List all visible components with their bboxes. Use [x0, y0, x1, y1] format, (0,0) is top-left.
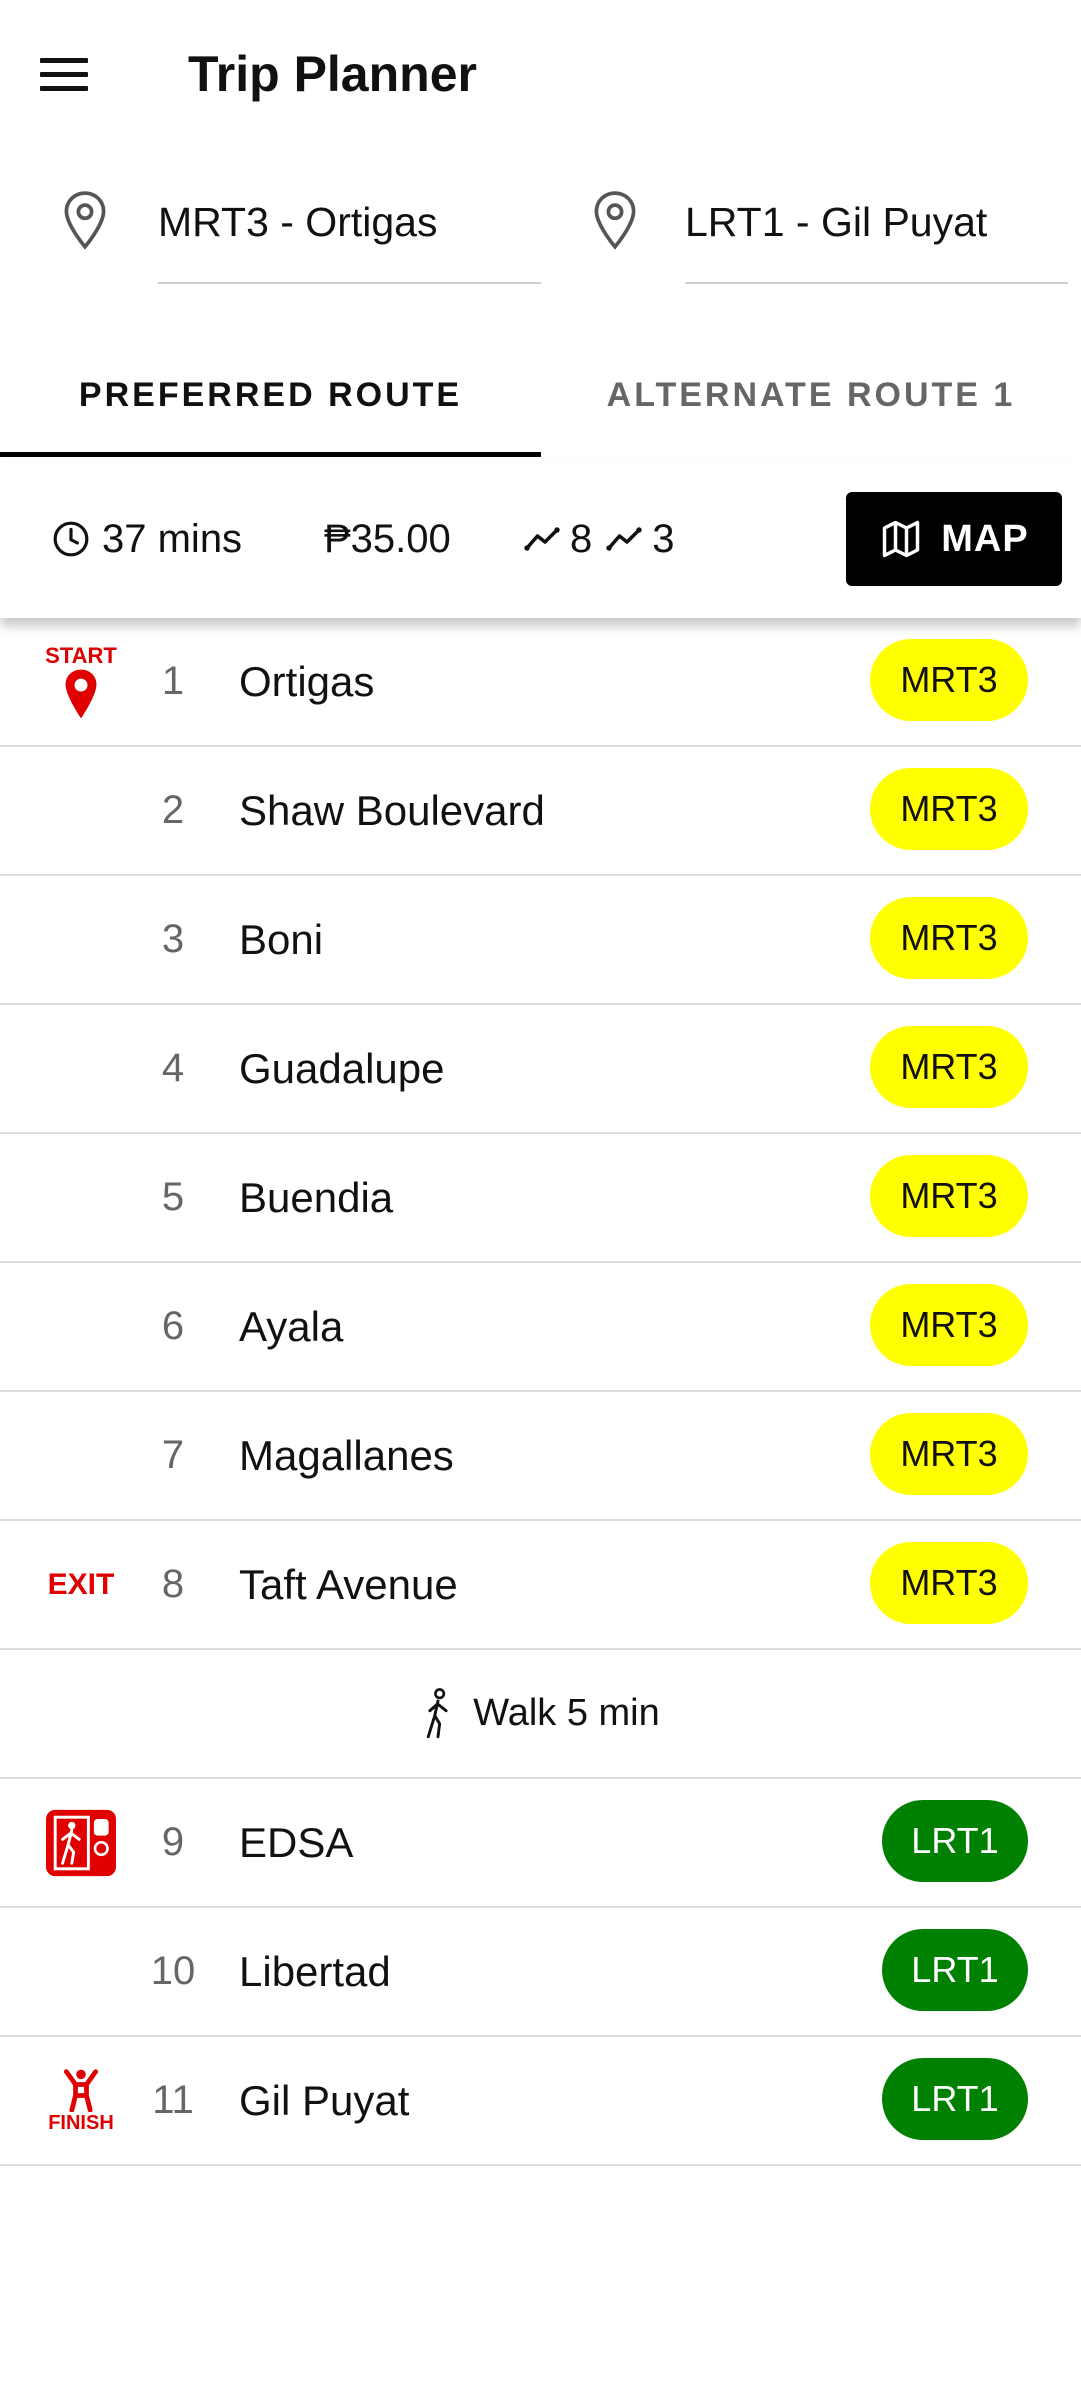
station-row[interactable]: 6 Ayala MRT3	[0, 1263, 1081, 1392]
tab-preferred-route[interactable]: PREFERRED ROUTE	[0, 330, 541, 460]
station-number: 7	[161, 1433, 185, 1477]
destination-field[interactable]: LRT1 - Gil Puyat	[685, 180, 1068, 284]
walk-transfer-row: Walk 5 min	[0, 1650, 1081, 1779]
finish-person-icon	[63, 2068, 99, 2112]
stops-count-lrt1: 3	[652, 516, 675, 561]
trip-stops: 8 3	[524, 460, 675, 618]
station-name: EDSA	[239, 1819, 354, 1866]
route-tabs: PREFERRED ROUTE ALTERNATE ROUTE 1	[0, 330, 1081, 460]
station-number: 2	[161, 788, 185, 832]
finish-label: FINISH	[48, 2111, 114, 2134]
walking-person-icon	[427, 1687, 448, 1738]
clock-icon	[53, 521, 89, 557]
line-badge-mrt3: MRT3	[870, 1542, 1028, 1624]
location-pin-icon	[594, 191, 636, 250]
station-row[interactable]: START 1 Ortigas MRT3	[0, 618, 1081, 747]
station-number: 6	[161, 1304, 185, 1348]
start-pin-icon	[65, 669, 97, 718]
station-name: Gil Puyat	[239, 2077, 410, 2124]
line-badge-lrt1: LRT1	[882, 2058, 1028, 2140]
map-icon	[883, 520, 920, 558]
station-name: Taft Avenue	[239, 1561, 458, 1608]
station-number: 9	[161, 1820, 185, 1864]
line-badge-mrt3: MRT3	[870, 768, 1028, 850]
line-chart-icon	[606, 527, 642, 551]
station-number: 11	[152, 2078, 194, 2122]
station-row[interactable]: EXIT 8 Taft Avenue MRT3	[0, 1521, 1081, 1650]
transfer-entrance-icon	[46, 1809, 116, 1876]
station-name: Guadalupe	[239, 1045, 445, 1092]
station-row[interactable]: 3 Boni MRT3	[0, 876, 1081, 1005]
station-number: 4	[161, 1046, 185, 1090]
map-button[interactable]: MAP	[846, 492, 1062, 586]
origin-field[interactable]: MRT3 - Ortigas	[158, 180, 541, 284]
destination-field-group: LRT1 - Gil Puyat	[590, 180, 1081, 285]
station-name: Buendia	[239, 1174, 394, 1221]
station-name: Magallanes	[239, 1432, 454, 1479]
route-station-list: START 1 Ortigas MRT3 2 Shaw Boulevard MR…	[0, 618, 1081, 2166]
line-chart-icon	[524, 527, 560, 551]
station-name: Libertad	[239, 1948, 391, 1995]
app-bar: Trip Planner	[0, 0, 1081, 150]
transfer-marker	[38, 1779, 124, 1906]
station-name: Boni	[239, 916, 324, 963]
station-row[interactable]: 4 Guadalupe MRT3	[0, 1005, 1081, 1134]
exit-marker: EXIT	[38, 1521, 124, 1648]
active-tab-indicator	[0, 452, 541, 457]
tab-alternate-route-1[interactable]: ALTERNATE ROUTE 1	[541, 330, 1081, 460]
station-row[interactable]: 5 Buendia MRT3	[0, 1134, 1081, 1263]
stops-count-mrt3: 8	[570, 516, 593, 561]
station-row[interactable]: 2 Shaw Boulevard MRT3	[0, 747, 1081, 876]
map-button-label: MAP	[941, 517, 1029, 560]
line-badge-mrt3: MRT3	[870, 639, 1028, 721]
walk-label: Walk 5 min	[473, 1692, 660, 1734]
station-number: 8	[161, 1562, 185, 1606]
station-row[interactable]: FINISH 11 Gil Puyat LRT1	[0, 2037, 1081, 2166]
station-name: Shaw Boulevard	[239, 787, 545, 834]
station-row[interactable]: 9 EDSA LRT1	[0, 1779, 1081, 1908]
trip-duration: 37 mins	[52, 460, 242, 618]
location-pin-icon	[64, 191, 106, 250]
station-name: Ortigas	[239, 658, 375, 705]
trip-duration-value: 37 mins	[102, 516, 243, 561]
start-label: START	[45, 642, 117, 668]
finish-marker: FINISH	[38, 2037, 124, 2164]
origin-field-group: MRT3 - Ortigas	[60, 180, 550, 285]
station-number: 3	[161, 917, 185, 961]
line-badge-mrt3: MRT3	[870, 1026, 1028, 1108]
line-badge-mrt3: MRT3	[870, 1413, 1028, 1495]
trip-fare-value: ₱35.00	[324, 516, 451, 561]
station-number: 1	[161, 659, 185, 703]
menu-icon[interactable]	[40, 40, 108, 108]
station-row[interactable]: 10 Libertad LRT1	[0, 1908, 1081, 2037]
exit-label: EXIT	[47, 1567, 115, 1601]
line-badge-lrt1: LRT1	[882, 1800, 1028, 1882]
station-row[interactable]: 7 Magallanes MRT3	[0, 1392, 1081, 1521]
start-marker: START	[38, 618, 124, 745]
line-badge-mrt3: MRT3	[870, 1155, 1028, 1237]
line-badge-lrt1: LRT1	[882, 1929, 1028, 2011]
trip-summary: 37 mins ₱35.00 8 3 MAP	[0, 460, 1081, 618]
station-number: 5	[161, 1175, 185, 1219]
page-title: Trip Planner	[188, 46, 477, 102]
station-name: Ayala	[239, 1303, 344, 1350]
line-badge-mrt3: MRT3	[870, 1284, 1028, 1366]
trip-fare: ₱35.00	[324, 460, 451, 618]
line-badge-mrt3: MRT3	[870, 897, 1028, 979]
station-number: 10	[150, 1949, 196, 1993]
